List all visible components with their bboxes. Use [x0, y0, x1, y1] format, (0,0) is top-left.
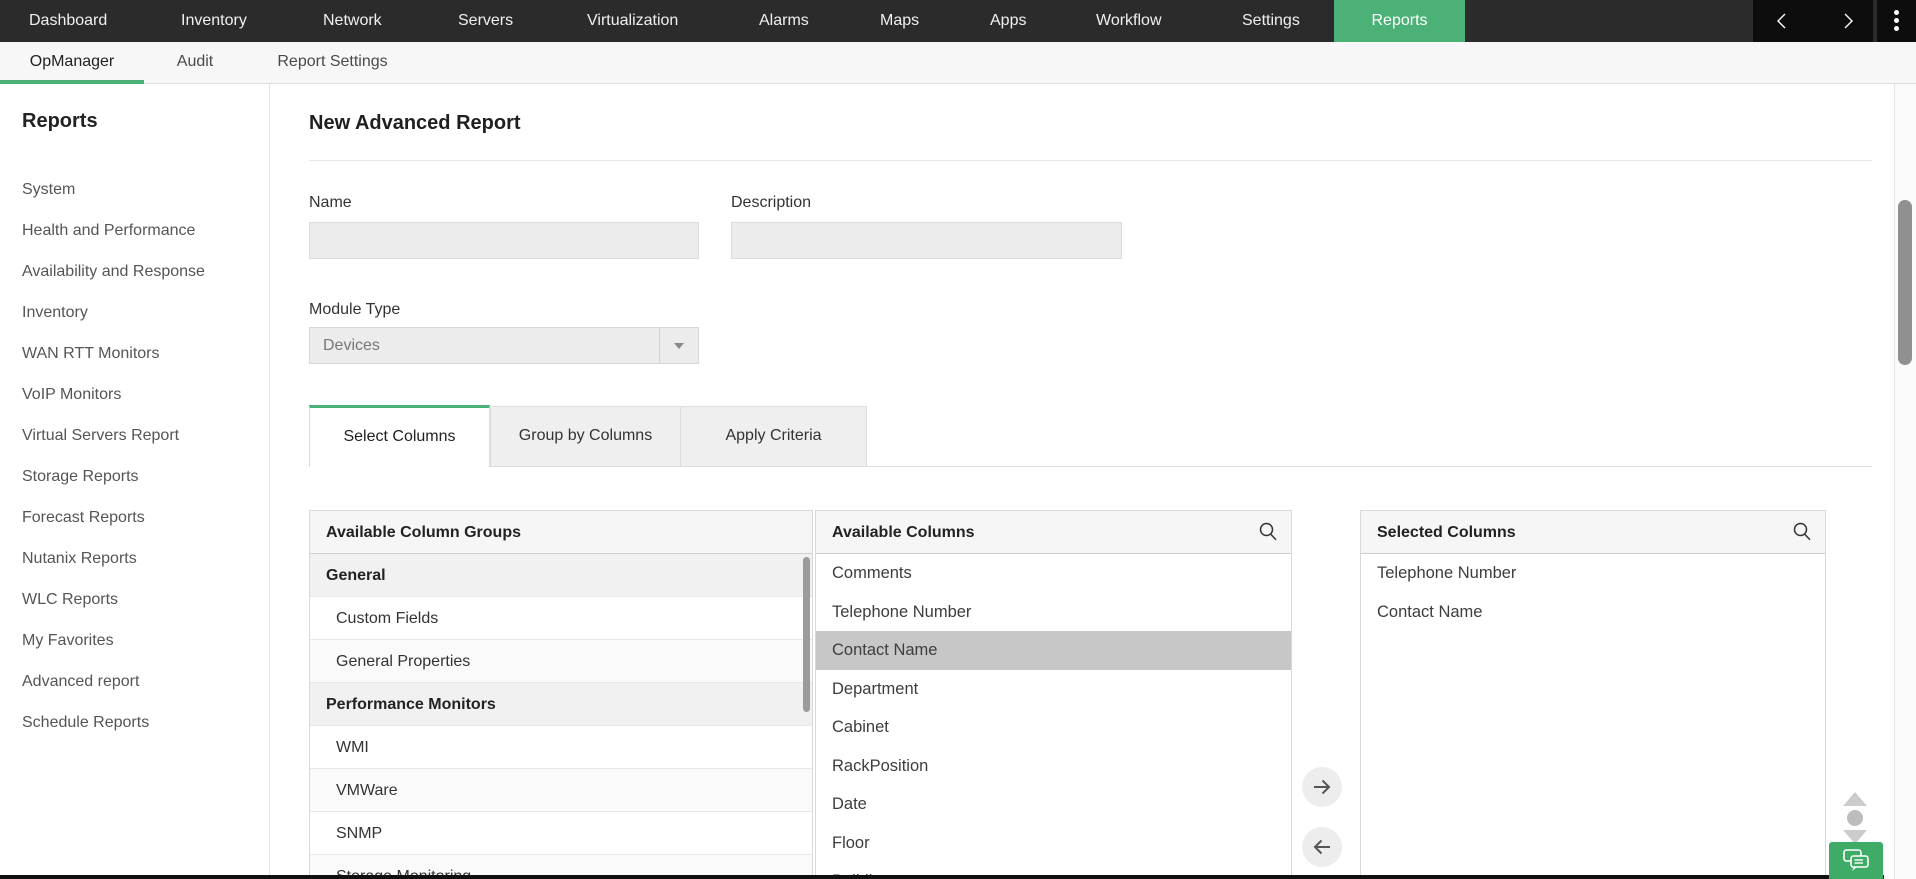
col-department[interactable]: Department	[816, 670, 1291, 709]
nav-history-arrows	[1753, 0, 1873, 42]
caret-down-icon	[674, 343, 684, 349]
name-input[interactable]	[309, 222, 699, 259]
arrow-left-icon	[1310, 835, 1334, 859]
selected-columns-panel: Selected Columns Telephone Number Contac…	[1360, 510, 1826, 879]
module-type-value: Devices	[323, 328, 380, 363]
sidebar-item-inventory[interactable]: Inventory	[0, 292, 269, 333]
title-divider	[309, 160, 1872, 161]
group-row-wmi[interactable]: WMI	[310, 726, 812, 769]
groups-scrollbar-thumb[interactable]	[803, 557, 810, 712]
nav-network[interactable]: Network	[323, 0, 382, 42]
tab-select-columns[interactable]: Select Columns	[309, 405, 490, 467]
col-comments[interactable]: Comments	[816, 554, 1291, 593]
nav-alarms[interactable]: Alarms	[759, 0, 809, 42]
reports-sidebar: Reports System Health and Performance Av…	[0, 84, 270, 875]
scroll-drag-dot[interactable]	[1847, 810, 1863, 826]
chat-support-button[interactable]	[1829, 842, 1883, 879]
group-row-general[interactable]: General	[310, 554, 812, 597]
move-right-button[interactable]	[1302, 767, 1342, 807]
sidebar-item-schedule-reports[interactable]: Schedule Reports	[0, 702, 269, 743]
col-contact-name-selected[interactable]: Contact Name	[816, 631, 1291, 670]
selected-columns-title: Selected Columns	[1377, 524, 1516, 541]
page-scrollbar-track[interactable]	[1894, 84, 1916, 879]
group-row-custom-fields[interactable]: Custom Fields	[310, 597, 812, 640]
col-date[interactable]: Date	[816, 785, 1291, 824]
sel-contact-name[interactable]: Contact Name	[1361, 593, 1825, 632]
search-icon[interactable]	[1791, 521, 1813, 543]
col-cabinet[interactable]: Cabinet	[816, 708, 1291, 747]
nav-maps[interactable]: Maps	[880, 0, 919, 42]
group-row-performance-monitors[interactable]: Performance Monitors	[310, 683, 812, 726]
top-navbar: Dashboard Inventory Network Servers Virt…	[0, 0, 1916, 42]
module-type-select[interactable]: Devices	[309, 327, 699, 364]
nav-reports-active[interactable]: Reports	[1334, 0, 1465, 42]
bottom-edge-bar	[0, 875, 1884, 879]
available-columns-title: Available Columns	[832, 524, 975, 541]
nav-workflow[interactable]: Workflow	[1096, 0, 1162, 42]
group-row-snmp[interactable]: SNMP	[310, 812, 812, 855]
name-label: Name	[309, 194, 352, 212]
available-columns-panel: Available Columns Comments Telephone Num…	[815, 510, 1292, 879]
sidebar-item-wlc[interactable]: WLC Reports	[0, 579, 269, 620]
sidebar-item-virtual-servers[interactable]: Virtual Servers Report	[0, 415, 269, 456]
sidebar-item-advanced-report[interactable]: Advanced report	[0, 661, 269, 702]
sidebar-item-storage[interactable]: Storage Reports	[0, 456, 269, 497]
sidebar-list: System Health and Performance Availabili…	[0, 169, 269, 743]
sel-telephone-number[interactable]: Telephone Number	[1361, 554, 1825, 593]
opmanager-screen: Dashboard Inventory Network Servers Virt…	[0, 0, 1916, 879]
available-column-groups-header: Available Column Groups	[310, 511, 812, 554]
subtab-report-settings[interactable]: Report Settings	[255, 42, 410, 84]
group-row-vmware[interactable]: VMWare	[310, 769, 812, 812]
description-label: Description	[731, 194, 811, 212]
nav-dashboard[interactable]: Dashboard	[29, 0, 107, 42]
nav-inventory[interactable]: Inventory	[181, 0, 247, 42]
description-input[interactable]	[731, 222, 1122, 259]
tab-apply-criteria[interactable]: Apply Criteria	[680, 406, 867, 466]
selected-columns-list: Telephone Number Contact Name	[1361, 554, 1825, 631]
tab-group-by-columns[interactable]: Group by Columns	[490, 406, 681, 466]
nav-apps[interactable]: Apps	[990, 0, 1026, 42]
group-row-general-properties[interactable]: General Properties	[310, 640, 812, 683]
chevron-right-icon[interactable]	[1839, 11, 1857, 31]
col-telephone-number[interactable]: Telephone Number	[816, 593, 1291, 632]
sub-navbar: OpManager Audit Report Settings	[0, 42, 1916, 84]
col-floor[interactable]: Floor	[816, 824, 1291, 863]
sidebar-item-health[interactable]: Health and Performance	[0, 210, 269, 251]
move-left-button[interactable]	[1302, 827, 1342, 867]
available-columns-list: Comments Telephone Number Contact Name D…	[816, 554, 1291, 879]
overflow-menu-icon[interactable]	[1877, 0, 1916, 42]
scroll-up-icon[interactable]	[1843, 792, 1867, 806]
selected-columns-header: Selected Columns	[1361, 511, 1825, 554]
chevron-left-icon[interactable]	[1773, 11, 1791, 31]
chat-bubbles-icon	[1842, 848, 1872, 874]
nav-settings[interactable]: Settings	[1242, 0, 1300, 42]
module-type-label: Module Type	[309, 301, 400, 319]
tab-bottom-rule	[309, 466, 1872, 467]
nav-servers[interactable]: Servers	[458, 0, 513, 42]
nav-virtualization[interactable]: Virtualization	[587, 0, 678, 42]
sidebar-item-voip[interactable]: VoIP Monitors	[0, 374, 269, 415]
search-icon[interactable]	[1257, 521, 1279, 543]
arrow-right-icon	[1310, 775, 1334, 799]
sidebar-item-nutanix[interactable]: Nutanix Reports	[0, 538, 269, 579]
caret-box	[659, 328, 698, 363]
main-content: New Advanced Report Name Description Mod…	[270, 84, 1894, 879]
sidebar-item-forecast[interactable]: Forecast Reports	[0, 497, 269, 538]
sidebar-item-wan-rtt[interactable]: WAN RTT Monitors	[0, 333, 269, 374]
subtab-audit[interactable]: Audit	[150, 42, 240, 84]
page-scrollbar-thumb[interactable]	[1898, 200, 1912, 365]
subtab-opmanager[interactable]: OpManager	[0, 42, 144, 84]
sidebar-title: Reports	[22, 110, 98, 133]
available-column-groups-panel: Available Column Groups General Custom F…	[309, 510, 813, 879]
available-columns-header: Available Columns	[816, 511, 1291, 554]
page-title: New Advanced Report	[309, 112, 521, 135]
sidebar-item-my-favorites[interactable]: My Favorites	[0, 620, 269, 661]
sidebar-item-availability[interactable]: Availability and Response	[0, 251, 269, 292]
sidebar-item-system[interactable]: System	[0, 169, 269, 210]
col-rackposition[interactable]: RackPosition	[816, 747, 1291, 786]
